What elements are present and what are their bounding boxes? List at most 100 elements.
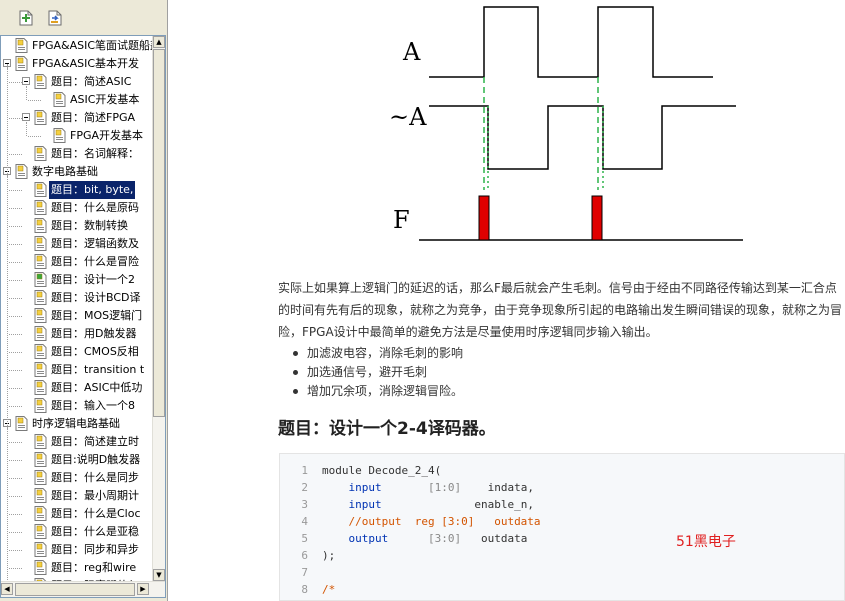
page-icon (34, 218, 47, 233)
tree-item[interactable]: 题目：简述ASIC (1, 73, 153, 91)
mitigation-list: 加滤波电容，消除毛刺的影响 加选通信号，避开毛刺 增加冗余项，消除逻辑冒险。 (289, 344, 463, 401)
tree-item[interactable]: 题目：transition t (1, 361, 153, 379)
tree-item[interactable]: 题目：设计BCD译 (1, 289, 153, 307)
tree-item[interactable]: 题目：数制转换 (1, 217, 153, 235)
page-icon (34, 560, 47, 575)
tree-item[interactable]: 题目：什么是Cloc (1, 505, 153, 523)
tree-item-label: 题目：简述FPGA (51, 111, 136, 124)
page-icon (34, 434, 47, 449)
page-icon (34, 524, 47, 539)
tree-item[interactable]: 题目：简述建立时 (1, 433, 153, 451)
tree-item-label: 题目：bit, byte, (49, 181, 136, 199)
tree-item[interactable]: 题目：用D触发器 (1, 325, 153, 343)
list-item: 加选通信号，避开毛刺 (289, 363, 463, 382)
tree-connector-line (7, 428, 8, 581)
code-token: [3:0] (428, 532, 462, 545)
tree-item-label: 题目：什么是原码 (51, 201, 139, 214)
page-icon (34, 254, 47, 269)
tree-connector-line (26, 122, 27, 136)
tree-item-label: 题目：设计BCD译 (51, 291, 141, 304)
line-number: 7 (301, 566, 308, 579)
vertical-scroll-thumb[interactable] (153, 49, 165, 417)
label-a: A (402, 38, 421, 66)
tree-item[interactable]: ASIC开发基本 (1, 91, 153, 109)
tree-item[interactable]: 题目:说明D触发器 (1, 451, 153, 469)
tree-item[interactable]: 时序逻辑电路基础 (1, 415, 153, 433)
tree-item[interactable]: 题目：逻辑函数及 (1, 235, 153, 253)
waveform-a (429, 6, 713, 78)
code-text: /* (322, 581, 335, 598)
tree-item-label: 题目:说明D触发器 (51, 453, 141, 466)
page-icon (34, 362, 47, 377)
page-icon (34, 398, 47, 413)
tree-item[interactable]: 题目：reg和wire (1, 559, 153, 577)
tree-item-label: 题目：MOS逻辑门 (51, 309, 143, 322)
scroll-up-arrow-icon[interactable]: ▲ (153, 36, 165, 48)
tree-item[interactable]: 题目：最小周期计 (1, 487, 153, 505)
page-icon (34, 110, 47, 125)
code-token: module Decode_2_4( (322, 464, 442, 477)
tree-connector-line (9, 316, 22, 317)
tree-item[interactable]: 题目：什么是原码 (1, 199, 153, 217)
tree-connector-line (9, 190, 22, 191)
tree-item-label: 题目：什么是Cloc (51, 507, 141, 520)
tree-item[interactable]: 题目：MOS逻辑门 (1, 307, 153, 325)
page-icon (34, 236, 47, 251)
code-text: input enable_n, (322, 496, 534, 513)
scroll-down-arrow-icon[interactable]: ▼ (153, 569, 165, 581)
tree-item[interactable]: 题目：bit, byte, (1, 181, 153, 199)
tree-item[interactable]: 题目：什么是亚稳 (1, 523, 153, 541)
tree-item-label: ASIC开发基本 (70, 93, 140, 106)
label-not-a: ~A (389, 103, 427, 131)
tree-item[interactable]: 题目：什么是冒险 (1, 253, 153, 271)
scroll-right-arrow-icon[interactable]: ▶ (137, 583, 149, 595)
line-number: 2 (301, 481, 308, 494)
code-text: output [3:0] outdata (322, 530, 528, 547)
collapse-toggle-icon[interactable] (22, 113, 30, 121)
tree-item-label: 题目：同步和异步 (51, 543, 139, 556)
tree-item-label: FPGA&ASIC笔面试题船叢 (32, 39, 153, 52)
page-icon (15, 416, 28, 431)
tree-item-label: 题目：最小周期计 (51, 489, 139, 502)
collapse-toggle-icon[interactable] (22, 77, 30, 85)
tree-item[interactable]: 数字电路基础 (1, 163, 153, 181)
page-icon (34, 452, 47, 467)
tree-item[interactable]: FPGA开发基本 (1, 127, 153, 145)
section-heading: 题目：设计一个2-4译码器。 (278, 419, 496, 439)
tree-item[interactable]: FPGA&ASIC基本开发 (1, 55, 153, 73)
tree-item[interactable]: 题目：CMOS反相 (1, 343, 153, 361)
tree-item[interactable]: 题目：什么是同步 (1, 469, 153, 487)
vertical-scrollbar[interactable]: ▲ ▼ (152, 36, 165, 581)
add-page-icon[interactable] (17, 9, 35, 27)
code-token: indata, (461, 481, 534, 494)
tree-item[interactable]: 题目：ASIC中低功 (1, 379, 153, 397)
tree-connector-line (9, 298, 22, 299)
tree-connector-line (9, 352, 22, 353)
page-icon (34, 542, 47, 557)
tree-item-label: 题目：CMOS反相 (51, 345, 139, 358)
tree-item[interactable]: 题目：简述FPGA (1, 109, 153, 127)
horizontal-scroll-thumb[interactable] (15, 583, 135, 596)
tree-item-label: FPGA开发基本 (70, 129, 144, 142)
outline-toolbar (0, 0, 168, 34)
tree-connector-line (9, 244, 22, 245)
code-token: ); (322, 549, 336, 562)
code-line: 5 output [3:0] outdata (280, 530, 840, 547)
horizontal-scrollbar[interactable]: ◀ ▶ (1, 581, 165, 597)
tree-item[interactable]: FPGA&ASIC笔面试题船叢 (1, 37, 153, 55)
scroll-left-arrow-icon[interactable]: ◀ (1, 583, 13, 595)
watermark-text: 51黑电子 (676, 534, 736, 550)
import-page-icon[interactable] (46, 9, 64, 27)
tree-connector-line (9, 406, 22, 407)
tree-connector-line (28, 100, 41, 101)
tree-item[interactable]: 题目：设计一个2 (1, 271, 153, 289)
tree-connector-line (9, 370, 22, 371)
tree-item-label: 题目：简述ASIC (51, 75, 132, 88)
tree-item[interactable]: 题目：名词解释： (1, 145, 153, 163)
tree-connector-line (9, 442, 22, 443)
page-icon (34, 488, 47, 503)
tree-item[interactable]: 题目：输入一个8 (1, 397, 153, 415)
timing-diagram: A ~A F (389, 6, 743, 241)
tree-item[interactable]: 题目：同步和异步 (1, 541, 153, 559)
